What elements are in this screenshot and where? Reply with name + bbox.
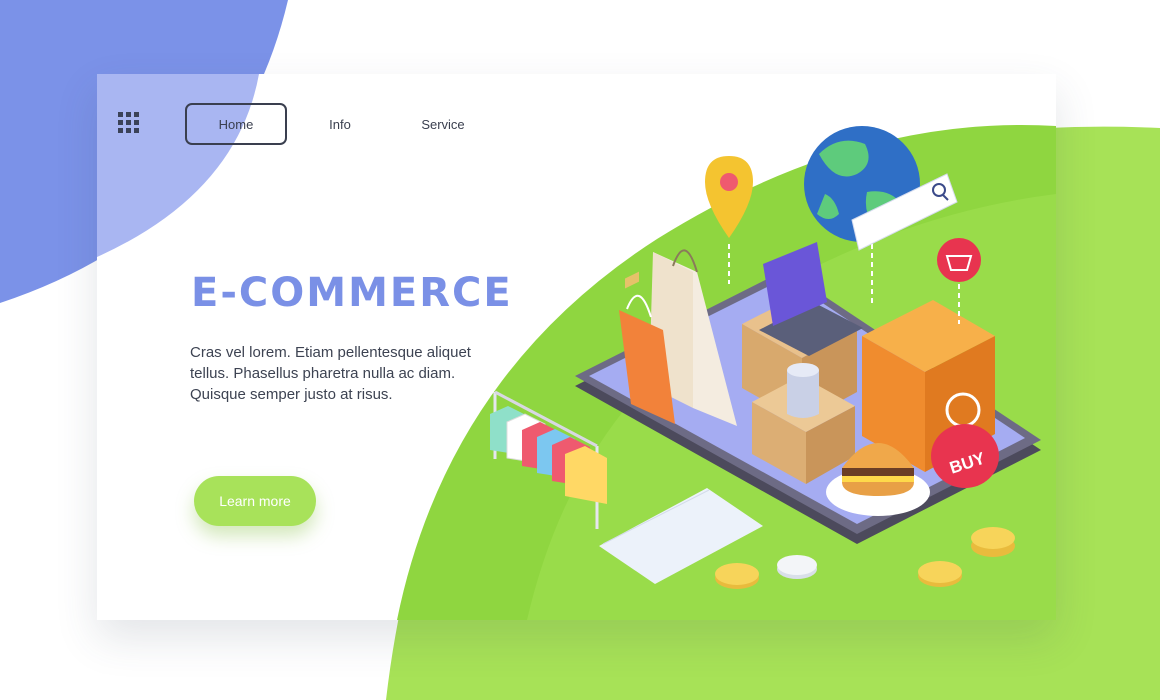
buy-badge: BUY <box>931 424 999 488</box>
landing-card: Home Info Service E-COMMERCE Cras vel lo… <box>97 74 1056 620</box>
clothes-rack-icon <box>490 390 607 529</box>
smart-speaker-icon <box>787 363 819 418</box>
location-pin-icon <box>705 156 753 284</box>
ecommerce-illustration: BUY <box>490 126 1041 589</box>
